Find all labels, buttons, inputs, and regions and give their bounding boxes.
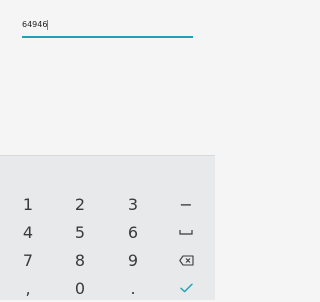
key-space[interactable] — [166, 218, 206, 246]
key-done[interactable] — [166, 274, 206, 302]
numeric-keyboard: 1 2 3 − 4 5 6 7 8 9 , 0 . — [0, 155, 215, 300]
input-underline — [22, 36, 193, 38]
key-3[interactable]: 3 — [113, 190, 153, 218]
input-value: 64946 — [22, 20, 48, 29]
key-6[interactable]: 6 — [113, 218, 153, 246]
key-1[interactable]: 1 — [8, 190, 48, 218]
keyboard-row-2: 4 5 6 — [0, 218, 215, 246]
key-7[interactable]: 7 — [8, 246, 48, 274]
key-5[interactable]: 5 — [60, 218, 100, 246]
key-4[interactable]: 4 — [8, 218, 48, 246]
key-2[interactable]: 2 — [60, 190, 100, 218]
number-input-field[interactable]: 64946 — [22, 14, 193, 38]
keyboard-row-3: 7 8 9 — [0, 246, 215, 274]
key-8[interactable]: 8 — [60, 246, 100, 274]
keyboard-row-1: 1 2 3 − — [0, 190, 215, 218]
backspace-icon — [178, 254, 194, 266]
key-period[interactable]: . — [113, 274, 153, 302]
key-comma[interactable]: , — [8, 274, 48, 302]
key-minus[interactable]: − — [166, 190, 206, 218]
key-9[interactable]: 9 — [113, 246, 153, 274]
keyboard-row-4: , 0 . — [0, 274, 215, 302]
check-icon — [179, 283, 193, 293]
space-icon — [179, 228, 193, 236]
text-caret — [47, 20, 49, 30]
key-backspace[interactable] — [166, 246, 206, 274]
key-0[interactable]: 0 — [60, 274, 100, 302]
